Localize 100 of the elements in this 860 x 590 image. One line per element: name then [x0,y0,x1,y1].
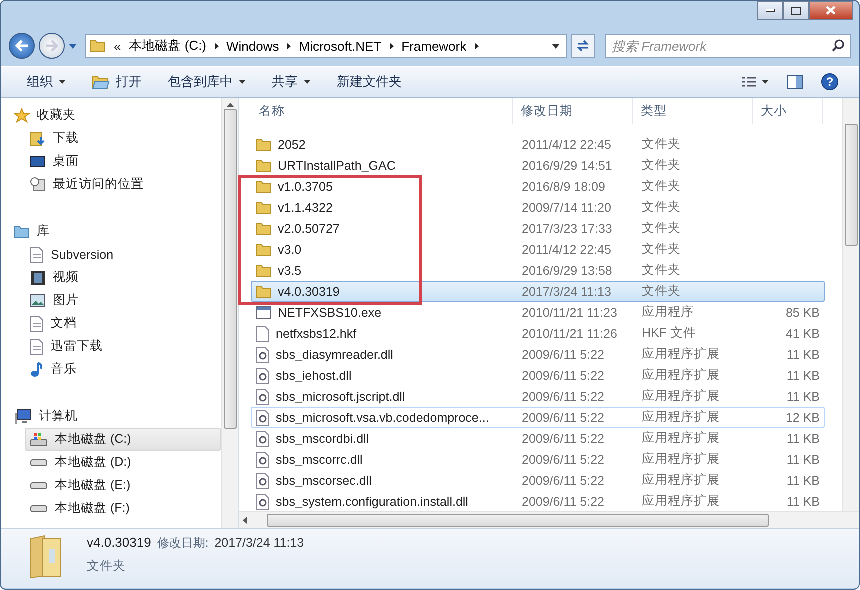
file-name: v4.0.30319 [252,284,514,298]
sidebar-item[interactable]: 视频 [25,266,221,289]
toolbar-button[interactable]: 组织 [17,70,76,94]
file-size: 11 KB [786,452,821,466]
modified-date: 2010/11/21 11:23 [521,306,618,320]
file-type: 应用程序扩展 [641,493,721,510]
file-row[interactable]: sbs_mscorsec.dll 2009/6/11 5:22 应用程序扩展 11 KB [251,470,825,491]
file-type: 文件夹 [641,283,682,300]
toolbar-button[interactable]: 打开 [82,70,152,94]
close-button[interactable] [809,1,853,20]
vertical-scrollbar[interactable] [842,98,859,511]
forward-button[interactable] [39,33,65,59]
breadcrumb-segment[interactable]: 本地磁盘 (C:) [129,37,207,55]
file-name: sbs_iehost.dll [252,368,514,384]
scrollbar-thumb[interactable] [267,514,769,526]
folder-icon [256,180,272,194]
file-size: 11 KB [786,474,821,488]
maximize-button[interactable] [783,1,809,20]
address-bar[interactable]: « 本地磁盘 (C:) Windows Microsoft.NET Framework [85,34,567,58]
folder-icon [256,264,272,278]
file-row[interactable]: v1.1.4322 2009/7/14 11:20 文件夹 [251,197,825,218]
file-row[interactable]: NETFXSBS10.exe 2010/11/21 11:23 应用程序 85 KB [251,302,825,323]
file-row[interactable]: v2.0.50727 2017/3/23 17:33 文件夹 [251,218,825,239]
drive-icon [30,480,48,490]
search-field[interactable]: 搜索 Framework [605,34,851,58]
details-view-icon [742,76,756,88]
toolbar-button[interactable]: 包含到库中 [158,70,256,94]
file-name: sbs_system.configuration.install.dll [252,494,514,510]
library-folder-icon [14,224,30,238]
file-row[interactable]: sbs_microsoft.jscript.dll 2009/6/11 5:22 应用程序扩展 11 KB [251,386,825,407]
column-header[interactable]: 修改日期 [513,98,633,124]
file-row[interactable]: v3.0 2011/4/12 22:45 文件夹 [251,239,825,260]
sidebar-item[interactable]: 本地磁盘 (D:) [25,451,221,474]
folder-icon [256,200,272,214]
sidebar-item[interactable]: 本地磁盘 (F:) [25,497,221,520]
overflow-chevron[interactable]: « [114,38,122,54]
file-row[interactable]: v1.0.3705 2016/8/9 18:09 文件夹 [251,176,825,197]
file-name: sbs_diasymreader.dll [252,346,514,362]
file-row[interactable]: 2052 2011/4/12 22:45 文件夹 [251,134,825,155]
sidebar-item[interactable]: 图片 [25,289,221,312]
sidebar-item[interactable]: 本地磁盘 (E:) [25,474,221,497]
file-name: sbs_mscordbi.dll [252,430,514,446]
document-icon [30,316,44,332]
file-row[interactable]: sbs_microsoft.vsa.vb.codedomproce... 2009/6/11 5:22 应用程序扩展 12 KB [251,407,825,428]
breadcrumb-segment[interactable]: Windows [226,38,280,54]
file-type: 应用程序扩展 [641,346,721,363]
back-button[interactable] [9,33,35,59]
sidebar-item[interactable]: 迅雷下载 [25,335,221,358]
drive-icon [30,458,48,468]
file-type: 应用程序扩展 [641,388,721,405]
column-header[interactable]: 名称 [251,98,513,124]
sidebar-group[interactable]: 库 [9,220,221,243]
file-name: 2052 [252,138,514,152]
caret-icon [552,44,560,48]
vertical-scrollbar[interactable] [221,98,238,528]
recent-places-icon [30,176,46,192]
maximize-icon [791,6,801,14]
drive-icon [30,504,48,514]
search-icon [832,39,845,52]
sidebar-item[interactable]: 本地磁盘 (C:) [25,428,221,451]
breadcrumb-segment[interactable]: Framework [402,38,467,54]
scrollbar-thumb[interactable] [224,109,236,429]
file-row[interactable]: v4.0.30319 2017/3/24 11:13 文件夹 [251,281,825,302]
modified-date: 2010/11/21 11:26 [521,326,618,340]
toolbar-button[interactable]: 共享 [262,70,321,94]
file-type: 文件夹 [641,199,682,216]
horizontal-scrollbar[interactable] [239,511,859,528]
sidebar-item[interactable]: 下载 [25,127,221,150]
file-type: 应用程序扩展 [641,409,721,426]
sidebar-item[interactable]: 桌面 [25,150,221,173]
column-header[interactable]: 大小 [753,98,823,124]
refresh-button[interactable] [571,34,595,58]
sidebar-item[interactable]: 文档 [25,312,221,335]
selected-item-name: v4.0.30319 [87,535,152,550]
scrollbar-thumb[interactable] [844,124,858,246]
chevron-right-icon [214,42,219,50]
modified-date-label: 修改日期: [157,535,209,552]
file-row[interactable]: netfxsbs12.hkf 2010/11/21 11:26 HKF 文件 41 KB [251,323,825,344]
minimize-button[interactable] [757,1,783,20]
scroll-left-icon [243,516,247,524]
file-row[interactable]: sbs_iehost.dll 2009/6/11 5:22 应用程序扩展 11 KB [251,365,825,386]
modified-date: 2009/6/11 5:22 [521,432,606,446]
file-row[interactable]: sbs_mscordbi.dll 2009/6/11 5:22 应用程序扩展 11 KB [251,428,825,449]
chevron-right-icon [390,42,394,50]
sidebar-item[interactable]: Subversion [25,243,221,266]
sidebar-item[interactable]: 最近访问的位置 [25,173,221,196]
file-row[interactable]: URTInstallPath_GAC 2016/9/29 14:51 文件夹 [251,155,825,176]
file-row[interactable]: sbs_mscorrc.dll 2009/6/11 5:22 应用程序扩展 11 KB [251,449,825,470]
column-header[interactable]: 类型 [633,98,753,124]
sidebar-item[interactable]: 音乐 [25,358,221,381]
file-row[interactable]: v3.5 2016/9/29 13:58 文件夹 [251,260,825,281]
file-row[interactable]: sbs_system.configuration.install.dll 2009/6/11 5:22 应用程序扩展 11 KB [251,491,825,512]
help-button[interactable]: ? [817,70,843,94]
breadcrumb-segment[interactable]: Microsoft.NET [299,38,382,54]
toolbar-button[interactable]: 新建文件夹 [327,70,412,94]
file-type: 文件夹 [641,178,682,195]
file-row[interactable]: sbs_diasymreader.dll 2009/6/11 5:22 应用程序扩展 11 KB [251,344,825,365]
computer-icon [14,408,32,424]
sidebar-group[interactable]: 收藏夹 [9,104,221,127]
sidebar-group[interactable]: 计算机 [9,405,221,428]
